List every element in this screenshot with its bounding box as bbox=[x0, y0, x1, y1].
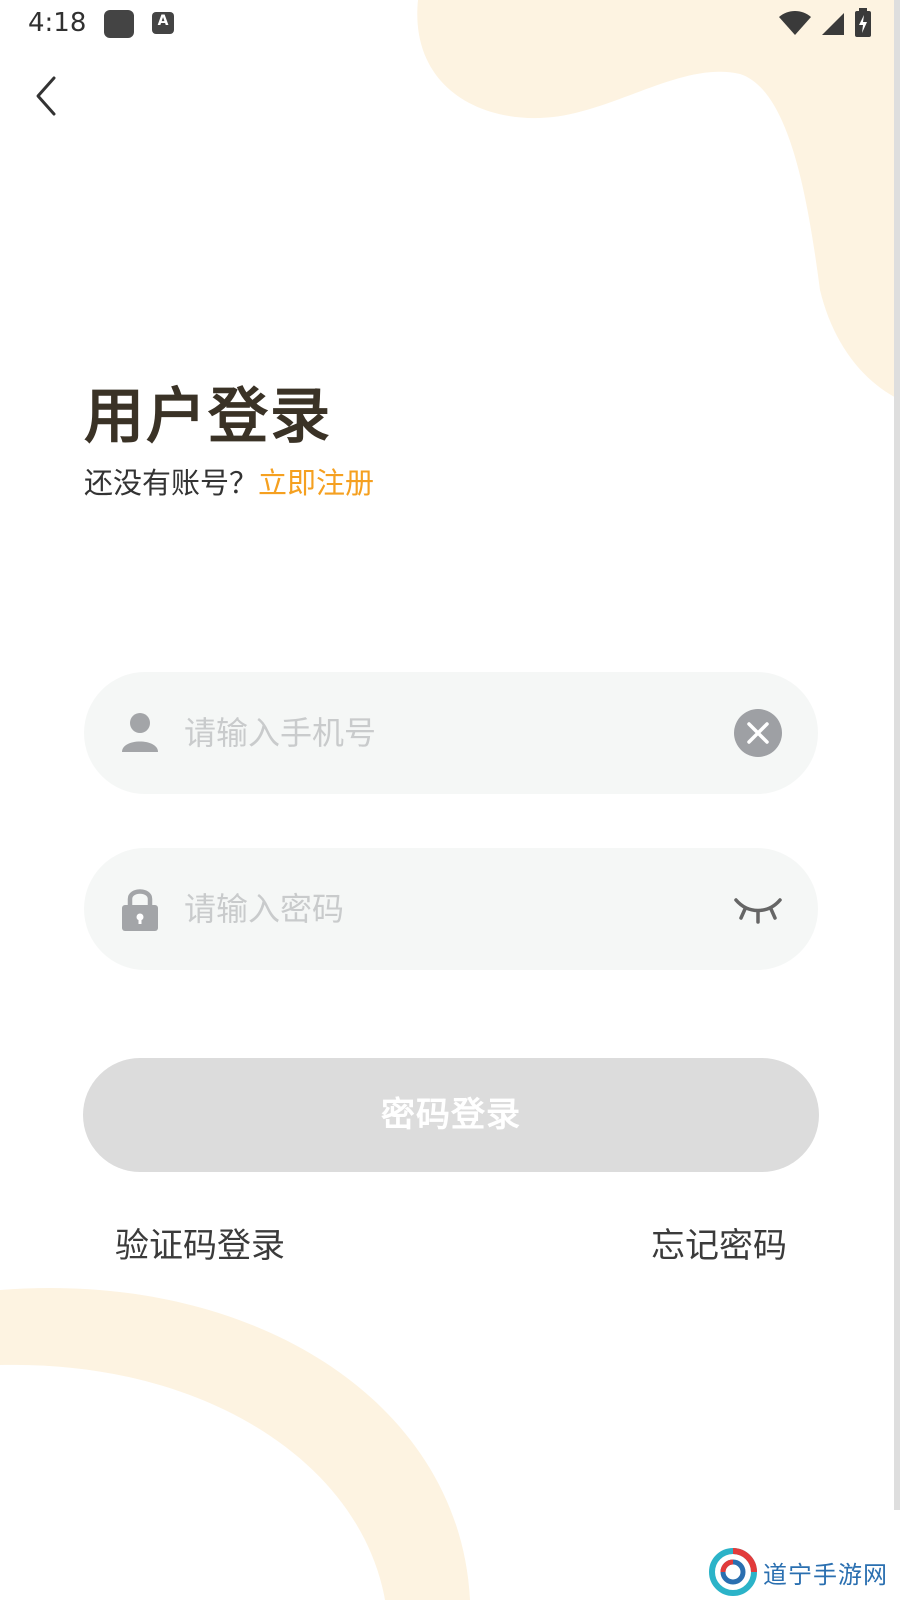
register-prompt: 还没有账号？立即注册 bbox=[84, 460, 374, 502]
a-box-icon: A bbox=[152, 12, 174, 34]
back-button[interactable] bbox=[26, 70, 70, 122]
eye-closed-icon bbox=[734, 898, 782, 924]
background-decoration bbox=[0, 0, 900, 1600]
signal-icon bbox=[822, 13, 844, 35]
register-prompt-text: 还没有账号？ bbox=[84, 466, 259, 500]
password-field[interactable] bbox=[84, 848, 818, 970]
sms-login-link[interactable]: 验证码登录 bbox=[115, 1218, 285, 1267]
page-title: 用户登录 bbox=[84, 382, 332, 452]
password-input[interactable] bbox=[184, 848, 704, 970]
swirl-logo-icon bbox=[709, 1548, 757, 1596]
phone-field[interactable] bbox=[84, 672, 818, 794]
wifi-icon bbox=[779, 11, 811, 35]
watermark-text: 道宁手游网 bbox=[763, 1560, 888, 1589]
user-icon bbox=[122, 713, 158, 752]
close-circle-icon bbox=[747, 722, 769, 744]
status-bar: 4:18 A bbox=[0, 0, 900, 50]
forgot-password-link[interactable]: 忘记密码 bbox=[651, 1218, 787, 1267]
register-link[interactable]: 立即注册 bbox=[258, 466, 374, 500]
clear-button[interactable] bbox=[734, 709, 782, 757]
chevron-left-icon bbox=[36, 76, 56, 116]
phone-input[interactable] bbox=[184, 672, 704, 794]
status-indicators bbox=[778, 8, 872, 38]
password-login-button[interactable]: 密码登录 bbox=[83, 1058, 819, 1172]
battery-charging-icon bbox=[855, 8, 871, 37]
status-time: 4:18 bbox=[28, 8, 87, 38]
lock-icon bbox=[122, 889, 158, 931]
scrollbar-edge bbox=[894, 0, 900, 1510]
square-app-icon bbox=[104, 10, 134, 38]
password-visibility-toggle[interactable] bbox=[732, 892, 784, 928]
watermark: 道宁手游网 bbox=[709, 1548, 888, 1596]
